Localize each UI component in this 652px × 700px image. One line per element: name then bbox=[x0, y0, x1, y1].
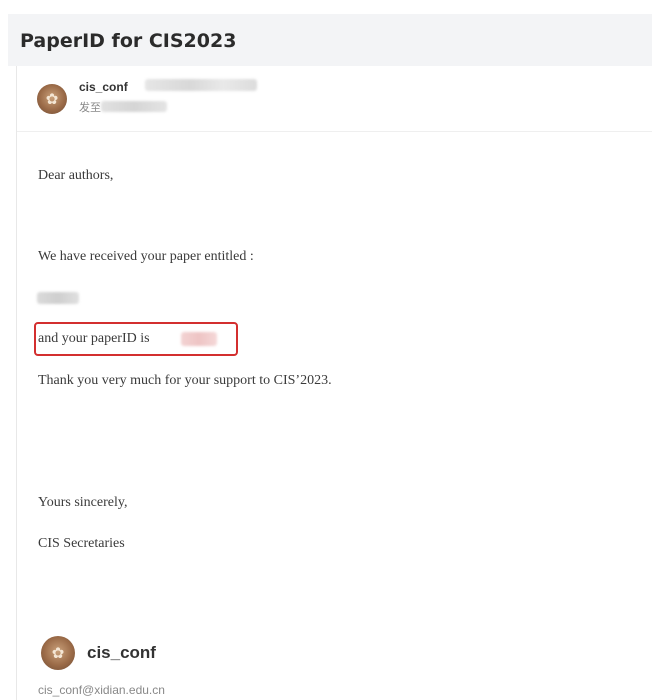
signature-avatar-icon: ✿ bbox=[41, 636, 75, 670]
signoff-text: CIS Secretaries bbox=[38, 536, 125, 551]
sender-name[interactable]: cis_conf bbox=[79, 80, 128, 94]
paperid-redacted bbox=[181, 332, 217, 346]
email-card: ✿ cis_conf 发至 Dear authors, We have rece… bbox=[16, 66, 652, 700]
received-text: We have received your paper entitled : bbox=[38, 249, 254, 264]
paper-title-redacted bbox=[37, 292, 79, 304]
thanks-text: Thank you very much for your support to … bbox=[38, 373, 332, 388]
recipient-redacted bbox=[101, 101, 167, 112]
subject-bar: PaperID for CIS2023 bbox=[8, 14, 652, 66]
email-subject: PaperID for CIS2023 bbox=[20, 30, 237, 52]
signature-email[interactable]: cis_conf@xidian.edu.cn bbox=[38, 683, 165, 697]
recipient-label: 发至 bbox=[79, 102, 101, 114]
sender-avatar-icon[interactable]: ✿ bbox=[37, 84, 67, 114]
email-header: ✿ cis_conf 发至 bbox=[17, 66, 652, 132]
greeting-text: Dear authors, bbox=[38, 168, 114, 183]
closing-text: Yours sincerely, bbox=[38, 495, 128, 510]
signature-name: cis_conf bbox=[87, 643, 156, 662]
sender-address-redacted bbox=[145, 79, 257, 91]
paperid-text: and your paperID is bbox=[38, 331, 150, 346]
